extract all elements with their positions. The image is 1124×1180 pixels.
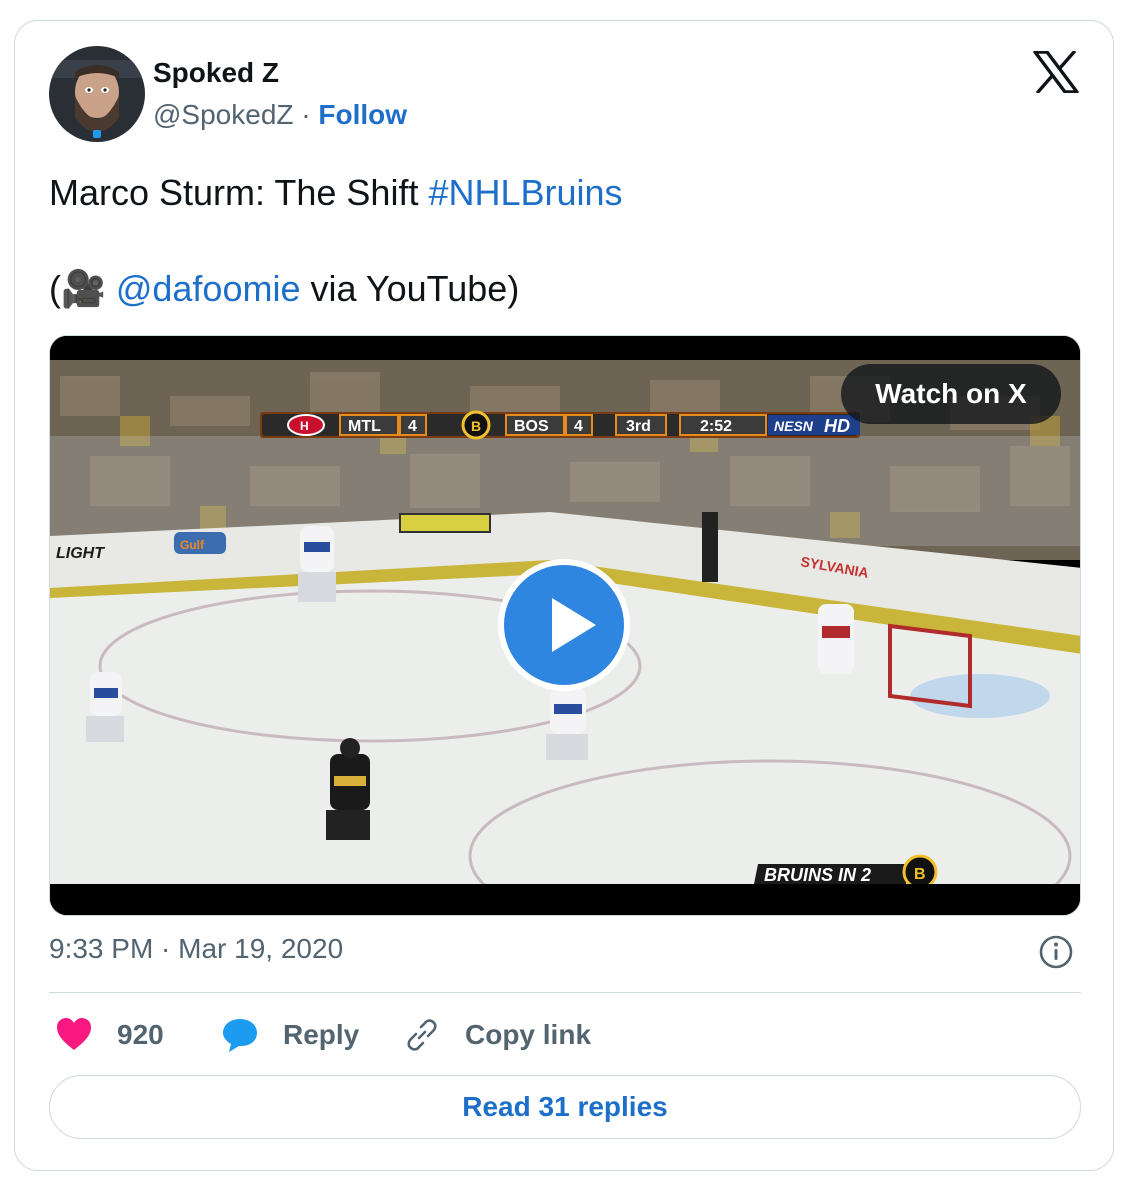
author-handle-row: @SpokedZ · Follow [153,99,407,131]
heart-icon [57,1018,91,1050]
player-figure [86,672,124,742]
tweet-card: Spoked Z @SpokedZ · Follow Marco Sturm: … [14,20,1114,1171]
video-player[interactable]: LIGHT Gulf SYLVANIA H MTL 4 B BOS 4 3rd … [49,335,1081,916]
play-icon [552,598,596,652]
home-team: BOS [514,418,549,435]
svg-text:H: H [300,419,309,433]
player-figure [298,526,336,602]
credit-suffix: via YouTube) [300,268,520,309]
board-ad-text-1: LIGHT [56,545,105,562]
svg-text:B: B [471,418,481,434]
like-count: 920 [117,1019,164,1050]
player-figure [818,604,854,674]
tweet-timestamp[interactable]: 9:33 PM · Mar 19, 2020 [49,933,343,965]
svg-text:B: B [914,866,926,883]
reply-label: Reply [283,1019,360,1050]
period: 3rd [626,418,651,435]
author-name[interactable]: Spoked Z [153,57,279,89]
away-team: MTL [348,418,381,435]
home-score: 4 [574,418,583,435]
x-logo-icon[interactable] [1033,51,1079,93]
handle-separator: · [301,99,311,130]
network-name: NESN [774,418,814,434]
away-score: 4 [408,418,417,435]
player-figure [702,512,718,582]
game-clock: 2:52 [700,418,732,435]
network-suffix: HD [824,416,850,436]
lower-third-text: BRUINS IN 2 [764,865,871,885]
author-handle[interactable]: @SpokedZ [153,99,294,130]
board-ad-text-2: Gulf [180,538,205,552]
tweet-title-text: Marco Sturm: The Shift [49,172,429,213]
link-icon [407,1019,437,1051]
credit-open: ( [49,268,61,309]
scoreboard: H MTL 4 B BOS 4 3rd 2:52 NESN HD [260,410,860,440]
mention-link[interactable]: @dafoomie [116,268,301,309]
reply-button[interactable]: Reply [221,1015,359,1055]
tweet-text: Marco Sturm: The Shift #NHLBruins (🎥 @da… [49,169,1089,313]
info-icon[interactable] [1039,935,1073,969]
read-replies-button[interactable]: Read 31 replies [49,1075,1081,1139]
copy-link-button[interactable]: Copy link [403,1015,591,1055]
reply-bubble-icon [223,1019,257,1052]
copy-link-label: Copy link [465,1019,592,1050]
follow-button[interactable]: Follow [318,99,407,130]
play-button[interactable] [498,559,630,691]
watch-on-x-button[interactable]: Watch on X [841,364,1061,424]
divider [49,992,1081,993]
player-figure [546,688,588,760]
camera-emoji-icon: 🎥 [61,268,106,309]
avatar[interactable] [49,46,145,142]
like-button[interactable]: 920 [55,1015,164,1055]
hashtag-link[interactable]: #NHLBruins [428,172,622,213]
